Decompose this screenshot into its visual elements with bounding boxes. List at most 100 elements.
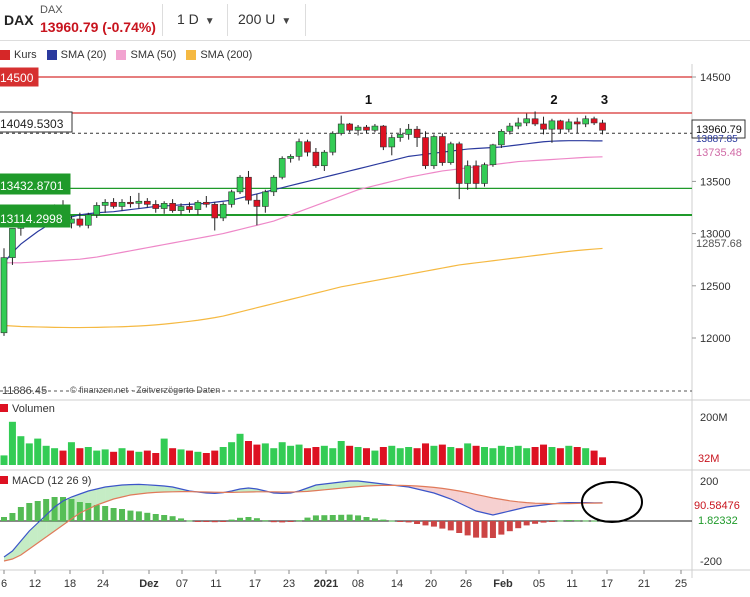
candle[interactable] [186, 206, 193, 210]
candle[interactable] [295, 141, 303, 157]
candle[interactable] [262, 191, 269, 207]
candle[interactable] [329, 133, 337, 153]
volume-bar [202, 453, 210, 465]
macd-hist-bar [430, 521, 437, 527]
candle[interactable] [548, 120, 556, 130]
volume-tick-label: 200M [700, 412, 728, 424]
volume-bar [126, 450, 134, 465]
volume-bar [0, 455, 8, 465]
candle[interactable] [354, 126, 362, 131]
x-tick-label: Feb [493, 578, 513, 590]
candle[interactable] [219, 204, 227, 219]
macd-hist-bar [287, 521, 294, 522]
candle[interactable] [287, 156, 294, 159]
candle[interactable] [405, 128, 412, 135]
volume-bar [67, 442, 75, 465]
candle[interactable] [278, 158, 286, 178]
candle[interactable] [565, 121, 573, 130]
candle[interactable] [481, 164, 488, 184]
dax-chart[interactable]: 1450014000135001300012500120001450014049… [0, 0, 750, 597]
candle[interactable] [506, 125, 514, 132]
candle[interactable] [169, 203, 176, 211]
candle[interactable] [439, 136, 446, 163]
candle[interactable] [599, 122, 606, 131]
level-low-cut-label: 11886.45 [2, 385, 47, 397]
candle[interactable] [447, 143, 455, 163]
x-tick-label: Dez [139, 578, 159, 590]
volume-bar [236, 433, 244, 465]
candle[interactable] [270, 176, 278, 193]
candle[interactable] [127, 201, 134, 205]
macd-hist-bar [279, 521, 286, 523]
candle[interactable] [110, 201, 117, 207]
candle[interactable] [135, 200, 143, 204]
candle[interactable] [346, 123, 353, 131]
candle[interactable] [228, 191, 235, 205]
candle[interactable] [388, 137, 396, 148]
candle[interactable] [312, 151, 320, 167]
candle[interactable] [573, 121, 581, 125]
candle[interactable] [557, 120, 564, 130]
candle[interactable] [396, 134, 404, 138]
volume-bar [531, 447, 539, 465]
candle[interactable] [304, 141, 311, 153]
candle[interactable] [177, 206, 185, 211]
candle[interactable] [85, 214, 92, 226]
x-tick-label: 08 [352, 578, 364, 590]
candle[interactable] [101, 201, 109, 206]
candle[interactable] [194, 201, 202, 210]
candle[interactable] [582, 118, 589, 125]
candle[interactable] [523, 118, 530, 124]
candle[interactable] [144, 200, 151, 205]
candle[interactable] [464, 165, 471, 184]
candle[interactable] [9, 228, 16, 258]
level-support-2-label: 13114.2998 [0, 212, 63, 226]
volume-bar [244, 441, 252, 465]
macd-hist-bar [127, 510, 134, 521]
x-tick-label: 25 [675, 578, 687, 590]
sma20-value-label: 13887.85 [696, 134, 738, 145]
candle[interactable] [371, 125, 379, 131]
candle[interactable] [76, 218, 84, 226]
x-tick-label: 17 [249, 578, 261, 590]
candle[interactable] [455, 143, 463, 184]
candle[interactable] [422, 137, 429, 167]
candle[interactable] [430, 136, 438, 167]
candle[interactable] [321, 151, 328, 167]
volume-bar [160, 438, 168, 465]
candle[interactable] [590, 118, 598, 124]
volume-bar [346, 445, 354, 465]
candle[interactable] [93, 205, 101, 216]
x-tick-label: 20 [425, 578, 437, 590]
candle[interactable] [337, 123, 345, 134]
candle[interactable] [253, 199, 261, 207]
candle[interactable] [489, 144, 497, 165]
volume-bar [565, 445, 573, 465]
volume-bar [42, 445, 50, 465]
candle[interactable] [236, 176, 244, 193]
macd-hist-bar [270, 521, 277, 523]
candle[interactable] [472, 165, 480, 184]
candle[interactable] [211, 204, 219, 219]
candle[interactable] [531, 118, 539, 125]
candle[interactable] [152, 204, 160, 209]
candle[interactable] [0, 257, 8, 334]
candle[interactable] [380, 125, 387, 148]
candle[interactable] [203, 201, 210, 205]
candle[interactable] [363, 126, 370, 131]
candle[interactable] [498, 130, 505, 146]
candle[interactable] [413, 128, 421, 138]
candle[interactable] [118, 201, 126, 207]
volume-bar [455, 448, 463, 465]
macd-hist-bar [405, 521, 412, 523]
macd-hist-bar [194, 521, 201, 522]
volume-bar [514, 445, 522, 465]
x-tick-label: 18 [64, 578, 76, 590]
candle[interactable] [245, 176, 252, 201]
candle[interactable] [160, 203, 168, 209]
candle[interactable] [540, 123, 547, 130]
volume-bar [261, 443, 269, 465]
macd-tick-label: 200 [700, 476, 718, 488]
volume-bar [177, 449, 185, 465]
candle[interactable] [514, 122, 522, 127]
